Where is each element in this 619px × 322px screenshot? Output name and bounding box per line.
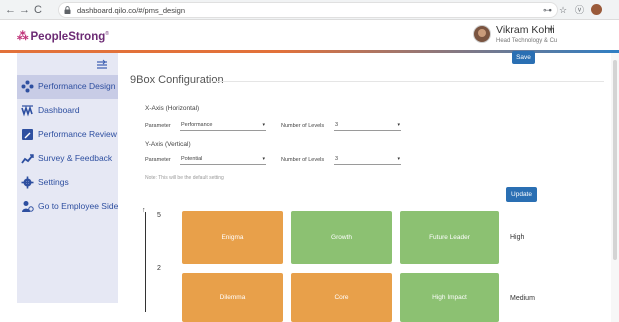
chevron-down-icon: ▾ xyxy=(262,122,265,128)
y-levels-value: 3 xyxy=(335,156,339,162)
sidebar-item-employee-side[interactable]: Go to Employee Side xyxy=(17,195,118,219)
y-axis-line xyxy=(145,212,146,312)
level-label-top: 5 xyxy=(157,212,161,219)
extension-icon[interactable]: ⓥ xyxy=(575,4,584,16)
box-growth[interactable]: Growth xyxy=(291,211,392,264)
reload-icon[interactable]: C xyxy=(34,3,42,17)
sidebar-item-settings[interactable]: Settings xyxy=(17,171,118,195)
star-icon[interactable]: ☆ xyxy=(559,4,567,16)
chevron-down-icon[interactable]: ▾ xyxy=(549,25,553,34)
y-parameter-select[interactable]: Potential ▾ xyxy=(180,155,266,165)
box-future-leader[interactable]: Future Leader xyxy=(400,211,499,264)
person-icon xyxy=(22,201,34,212)
default-setting-note: Note: This will be the default setting xyxy=(145,175,224,181)
y-axis-title: Y-Axis (Vertical) xyxy=(145,141,191,148)
chevron-down-icon: ▾ xyxy=(397,156,400,162)
forward-icon[interactable]: → xyxy=(19,3,30,17)
pencil-icon xyxy=(22,129,33,140)
menu-toggle-icon[interactable] xyxy=(96,59,108,71)
save-button[interactable]: Save xyxy=(512,51,535,64)
sidebar-item-survey-feedback[interactable]: Survey & Feedback xyxy=(17,147,118,171)
x-parameter-label: Parameter xyxy=(145,123,171,129)
x-parameter-select[interactable]: Performance ▾ xyxy=(180,121,266,131)
y-levels-label: Number of Levels xyxy=(281,157,325,163)
x-levels-select[interactable]: 3 ▾ xyxy=(334,121,401,131)
x-levels-label: Number of Levels xyxy=(281,123,325,129)
browser-toolbar: ← → C dashboard.qilo.co/#/pms_design ⊶ ☆… xyxy=(0,0,619,20)
update-button[interactable]: Update xyxy=(506,187,537,202)
sidebar-item-label: Settings xyxy=(38,177,69,187)
y-levels-select[interactable]: 3 ▾ xyxy=(334,155,401,165)
x-axis-title: X-Axis (Horizontal) xyxy=(145,105,200,112)
avatar[interactable] xyxy=(473,25,491,43)
user-name[interactable]: Vikram Kohli xyxy=(496,24,555,36)
x-levels-value: 3 xyxy=(335,122,339,128)
title-divider xyxy=(212,81,604,82)
sidebar-item-label: Performance Review xyxy=(38,129,117,139)
chart-trend-icon xyxy=(21,154,34,164)
box-high-impact[interactable]: High Impact xyxy=(400,273,499,322)
key-icon[interactable]: ⊶ xyxy=(543,4,552,16)
chevron-down-icon: ▾ xyxy=(262,156,265,162)
page-title: 9Box Configuration xyxy=(130,74,224,86)
row-label-medium: Medium xyxy=(510,295,535,302)
user-title: Head Technology & Cu xyxy=(496,38,558,44)
box-dilemma[interactable]: Dilemma xyxy=(182,273,283,322)
brand-mark-icon: ⁂ xyxy=(17,30,29,43)
y-parameter-value: Potential xyxy=(181,156,203,162)
box-enigma[interactable]: Enigma xyxy=(182,211,283,264)
sidebar-item-dashboard[interactable]: Dashboard xyxy=(17,99,118,123)
chevron-down-icon: ▾ xyxy=(397,122,400,128)
brand-name: PeopleStrong xyxy=(30,30,106,43)
nodes-icon xyxy=(21,80,34,93)
sidebar-item-label: Performance Design xyxy=(38,81,116,91)
brand-logo[interactable]: ⁂ PeopleStrong® xyxy=(17,27,109,44)
wave-icon xyxy=(21,105,33,117)
scrollbar-thumb[interactable] xyxy=(613,60,617,260)
back-icon[interactable]: ← xyxy=(5,3,16,17)
lock-icon xyxy=(64,6,71,14)
y-parameter-label: Parameter xyxy=(145,157,171,163)
sidebar-item-performance-review[interactable]: Performance Review xyxy=(17,123,118,147)
box-core[interactable]: Core xyxy=(291,273,392,322)
level-label-mid: 2 xyxy=(157,265,161,272)
gear-icon xyxy=(21,176,34,189)
x-parameter-value: Performance xyxy=(181,122,213,128)
address-bar[interactable]: dashboard.qilo.co/#/pms_design xyxy=(58,2,558,18)
sidebar-item-label: Go to Employee Side xyxy=(38,201,119,211)
brand-trademark: ® xyxy=(105,31,109,37)
sidebar-item-label: Dashboard xyxy=(38,105,80,115)
sidebar-item-label: Survey & Feedback xyxy=(38,153,113,163)
row-label-high: High xyxy=(510,234,525,241)
url-text: dashboard.qilo.co/#/pms_design xyxy=(77,6,185,15)
browser-profile-avatar[interactable] xyxy=(591,4,602,15)
sidebar-item-performance-design[interactable]: Performance Design xyxy=(17,75,118,99)
